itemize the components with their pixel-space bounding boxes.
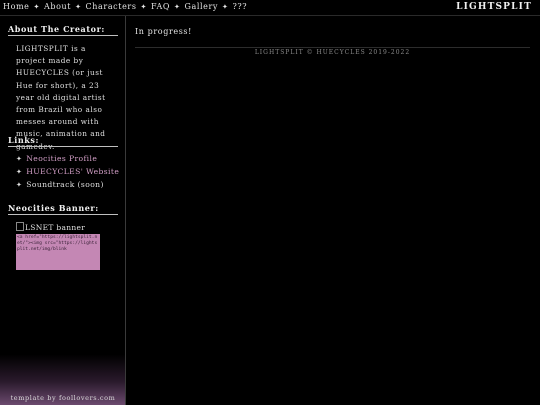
- footer-divider: [135, 47, 530, 48]
- footer-copyright: LIGHTSPLIT © HUECYCLES 2019-2022: [254, 49, 411, 56]
- banner-code-textarea[interactable]: <a href="https://lightsplit.net/"><img s…: [16, 234, 100, 270]
- about-heading: About The Creator:: [8, 24, 118, 36]
- star-separator-icon: ✦: [140, 3, 148, 11]
- nav-about-link[interactable]: About: [44, 2, 71, 11]
- nav-gallery-link[interactable]: Gallery: [184, 2, 218, 11]
- star-separator-icon: ✦: [174, 3, 181, 11]
- star-separator-icon: ✦: [75, 3, 82, 11]
- list-item: ✦ Neocities Profile: [16, 153, 120, 166]
- nav-faq-link[interactable]: FAQ: [151, 2, 170, 11]
- star-bullet-icon: ✦: [16, 155, 23, 163]
- progress-text: In progress!: [135, 27, 192, 36]
- star-bullet-icon: ✦: [16, 180, 23, 189]
- soundtrack-label: Soundtrack (soon): [26, 179, 104, 189]
- banner-alt-text: LSNET banner: [25, 223, 86, 232]
- banner-heading: Neocities Banner:: [8, 203, 118, 215]
- nav-secret-link[interactable]: ???: [233, 2, 248, 11]
- broken-image-icon: [16, 222, 24, 231]
- site-title: LIGHTSPLIT: [456, 2, 532, 12]
- huecycles-website-link[interactable]: HUECYCLES' Website: [26, 167, 119, 176]
- star-separator-icon: ✦: [222, 3, 229, 11]
- main-nav: Home ✦ About ✦ Characters ✦ FAQ ✦ Gallery ✦???: [3, 2, 247, 11]
- list-item: ✦ Soundtrack (soon): [16, 179, 120, 192]
- nav-home-link[interactable]: Home: [3, 2, 30, 11]
- list-item: ✦ HUECYCLES' Website: [16, 166, 120, 179]
- links-list: ✦ Neocities Profile ✦ HUECYCLES' Website ✦…: [16, 153, 120, 191]
- banner-image[interactable]: LSNET banner: [16, 222, 85, 232]
- main-content: In progress! LIGHTSPLIT © HUECYCLES 2019…: [127, 16, 540, 405]
- neocities-profile-link[interactable]: Neocities Profile: [26, 154, 97, 163]
- links-heading: Links:: [8, 135, 118, 147]
- nav-characters-link[interactable]: Characters: [86, 2, 137, 11]
- template-credit[interactable]: template by foollovers.com: [0, 394, 126, 402]
- top-navigation-bar: Home ✦ About ✦ Characters ✦ FAQ ✦ Gallery ✦??? LI…: [0, 0, 540, 16]
- star-separator-icon: ✦: [33, 3, 40, 11]
- star-bullet-icon: ✦: [16, 167, 23, 176]
- sidebar: About The Creator: LIGHTSPLIT is a proje…: [0, 16, 126, 405]
